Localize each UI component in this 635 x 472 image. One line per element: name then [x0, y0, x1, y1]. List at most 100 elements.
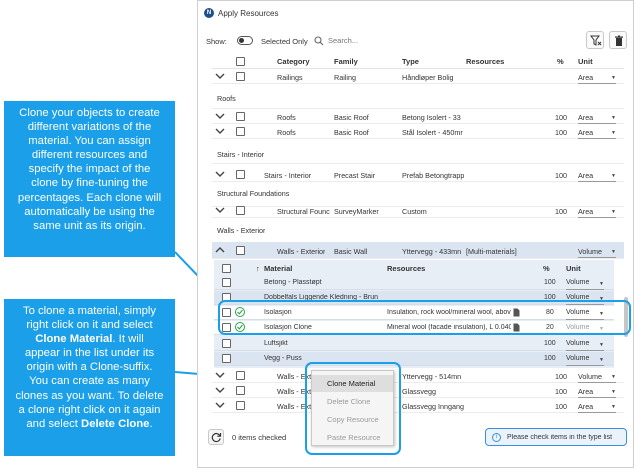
percent-cell[interactable]: 100 — [555, 372, 567, 381]
info-message: i Please check items in the type list — [485, 428, 627, 446]
col-material-resources[interactable]: Resources — [387, 264, 425, 273]
unit-dropdown[interactable]: Area ▼ — [578, 207, 616, 218]
trash-icon — [615, 35, 623, 46]
row-checkbox[interactable] — [236, 246, 245, 255]
vertical-scrollbar[interactable] — [623, 61, 629, 421]
unit-dropdown[interactable]: Area ▼ — [578, 387, 616, 398]
row-checkbox[interactable] — [236, 386, 245, 395]
chevron-down-icon[interactable] — [214, 204, 226, 216]
type-cell: Glassvegg — [402, 387, 436, 396]
percent-cell[interactable]: 100 — [555, 402, 567, 411]
row-checkbox[interactable] — [236, 170, 245, 179]
row-checkbox[interactable] — [236, 371, 245, 380]
unit-dropdown[interactable]: Volume ▼ — [578, 247, 616, 258]
col-percent[interactable]: % — [557, 57, 564, 66]
material-checkbox[interactable] — [222, 354, 231, 363]
callout-line: Clone your objects to create — [19, 107, 160, 119]
search-input[interactable] — [326, 33, 486, 48]
percent-cell[interactable]: 100 — [555, 207, 567, 216]
percent-cell[interactable]: 100 — [555, 128, 567, 137]
unit-value: Area — [578, 128, 594, 137]
material-unit-dropdown[interactable]: Volume ▼ — [566, 340, 604, 351]
material-checkbox[interactable] — [222, 339, 231, 348]
clear-filter-button[interactable] — [586, 31, 604, 49]
chevron-down-icon[interactable] — [214, 125, 226, 137]
callout-line: a clone right click on it again — [18, 403, 161, 416]
unit-dropdown[interactable]: Area ▼ — [578, 402, 616, 413]
chevron-down-icon[interactable] — [214, 110, 226, 122]
material-percent[interactable]: 100 — [544, 355, 556, 362]
material-row[interactable]: Betong - Plasstøpt 100 Volume ▼ — [214, 276, 614, 290]
table-row[interactable]: Roofs Basic Roof Stål Isolert - 450mr 10… — [212, 125, 624, 139]
table-row[interactable]: Walls - Ext Glassvegg 100 Area ▼ — [212, 384, 624, 398]
col-type[interactable]: Type — [402, 57, 419, 66]
search-icon — [314, 36, 324, 46]
delete-button[interactable] — [609, 31, 627, 49]
row-checkbox[interactable] — [236, 112, 245, 121]
col-category[interactable]: Category — [277, 57, 310, 66]
callout-line: origin with a Clone-suffix. — [26, 361, 153, 374]
family-cell: Basic Wall — [334, 247, 368, 256]
dropdown-arrow-icon: ▼ — [599, 281, 604, 287]
dropdown-arrow-icon: ▼ — [611, 389, 616, 395]
table-row-expanded[interactable]: Walls - Exterior Basic Wall Yttervegg - … — [212, 242, 624, 259]
material-percent[interactable]: 100 — [544, 279, 556, 286]
unit-value: Volume — [566, 355, 590, 362]
col-material-percent[interactable]: % — [543, 264, 550, 273]
col-material-unit[interactable]: Unit — [566, 264, 581, 273]
category-cell: Structural Founc — [277, 207, 330, 216]
chevron-down-icon[interactable] — [214, 70, 226, 82]
app-logo-icon: N — [204, 8, 214, 18]
table-row[interactable]: Railings Railing Håndløper Bolig Area ▼ — [212, 70, 624, 84]
materials-select-all-checkbox[interactable] — [222, 264, 231, 273]
refresh-button[interactable] — [208, 429, 224, 445]
unit-dropdown[interactable]: Area ▼ — [578, 113, 616, 124]
percent-cell[interactable]: 100 — [555, 113, 567, 122]
group-header: Stairs - Interior — [212, 140, 624, 164]
material-unit-dropdown[interactable]: Volume ▼ — [566, 355, 604, 366]
row-checkbox[interactable] — [236, 206, 245, 215]
col-family[interactable]: Family — [334, 57, 358, 66]
chevron-down-icon[interactable] — [214, 168, 226, 180]
table-row[interactable]: Walls - Ext Yttervegg - 514mn 100 Volume… — [212, 369, 624, 383]
col-resources[interactable]: Resources — [466, 57, 504, 66]
material-checkbox[interactable] — [222, 278, 231, 287]
row-checkbox[interactable] — [236, 72, 245, 81]
unit-dropdown[interactable]: Area ▼ — [578, 128, 616, 139]
col-material[interactable]: Material — [264, 264, 292, 273]
chevron-down-icon[interactable] — [214, 384, 226, 396]
dropdown-underline — [578, 83, 616, 84]
material-row[interactable]: Luftsjikt 100 Volume ▼ — [214, 337, 614, 351]
material-name: Luftsjikt — [264, 340, 288, 347]
selected-only-toggle[interactable] — [237, 36, 253, 45]
material-unit-dropdown[interactable]: Volume ▼ — [566, 279, 604, 290]
unit-dropdown[interactable]: Area ▼ — [578, 171, 616, 182]
dropdown-underline — [578, 397, 616, 398]
unit-value: Volume — [566, 279, 590, 286]
table-row[interactable]: Stairs - Interior Precast Stair Prefab B… — [212, 168, 624, 182]
material-row[interactable]: Vegg - Puss 100 Volume ▼ — [214, 352, 614, 366]
callout-line: automatically be using the — [24, 205, 155, 218]
table-row[interactable]: Roofs Basic Roof Betong Isolert - 33 100… — [212, 110, 624, 124]
sort-arrow-icon[interactable]: ↑ — [256, 264, 260, 273]
select-all-checkbox[interactable] — [236, 57, 245, 66]
table-row[interactable]: Walls - Ext Glassvegg Inngang 100 Area ▼ — [212, 399, 624, 413]
dropdown-underline — [566, 289, 604, 290]
percent-cell[interactable]: 100 — [555, 171, 567, 180]
type-cell: Yttervegg - 514mn — [402, 372, 462, 381]
percent-cell[interactable]: 100 — [555, 387, 567, 396]
callout-line: different resources and — [31, 149, 148, 162]
chevron-up-icon[interactable] — [214, 244, 226, 256]
unit-dropdown[interactable]: Area ▼ — [578, 73, 616, 84]
chevron-down-icon[interactable] — [214, 399, 226, 411]
family-cell: Precast Stair — [334, 171, 376, 180]
dropdown-arrow-icon: ▼ — [599, 342, 604, 348]
chevron-down-icon[interactable] — [214, 369, 226, 381]
col-unit[interactable]: Unit — [578, 57, 593, 66]
filter-toolbar: Show: Selected Only — [198, 31, 633, 51]
table-row[interactable]: Structural Founc SurveyMarker Custom 100… — [212, 204, 624, 218]
row-checkbox[interactable] — [236, 127, 245, 136]
unit-dropdown[interactable]: Volume ▼ — [578, 372, 616, 383]
material-percent[interactable]: 100 — [544, 340, 556, 347]
row-checkbox[interactable] — [236, 401, 245, 410]
